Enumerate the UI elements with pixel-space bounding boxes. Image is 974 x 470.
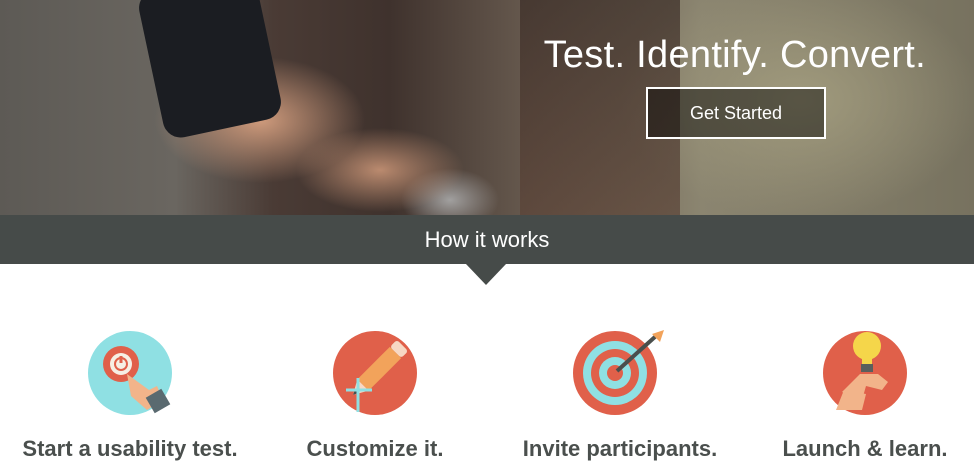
step-label: Start a usability test. xyxy=(22,436,238,461)
step-start-test: Start a usability test. xyxy=(5,330,255,462)
pencil-icon xyxy=(333,331,417,415)
step-launch: Launch & learn. xyxy=(740,330,974,462)
step-label: Invite participants. xyxy=(522,436,718,461)
step-invite: Invite participants. xyxy=(495,330,745,462)
lightbulb-hand-icon xyxy=(823,331,907,415)
get-started-button[interactable]: Get Started xyxy=(646,87,826,139)
target-arrow-icon xyxy=(573,330,664,415)
phone-image xyxy=(135,0,285,141)
step-label: Customize it. xyxy=(306,436,444,461)
power-button-hand-icon xyxy=(88,331,172,415)
hero-title: Test. Identify. Convert. xyxy=(543,34,926,76)
step-label: Launch & learn. xyxy=(782,436,948,461)
step-customize: Customize it. xyxy=(250,330,500,462)
steps-row: Start a usability test. Customize it. In… xyxy=(0,330,974,470)
band-pointer xyxy=(466,264,506,285)
how-it-works-band: How it works xyxy=(0,215,974,264)
hero-banner: Test. Identify. Convert. Get Started xyxy=(0,0,974,215)
section-title: How it works xyxy=(424,227,550,252)
